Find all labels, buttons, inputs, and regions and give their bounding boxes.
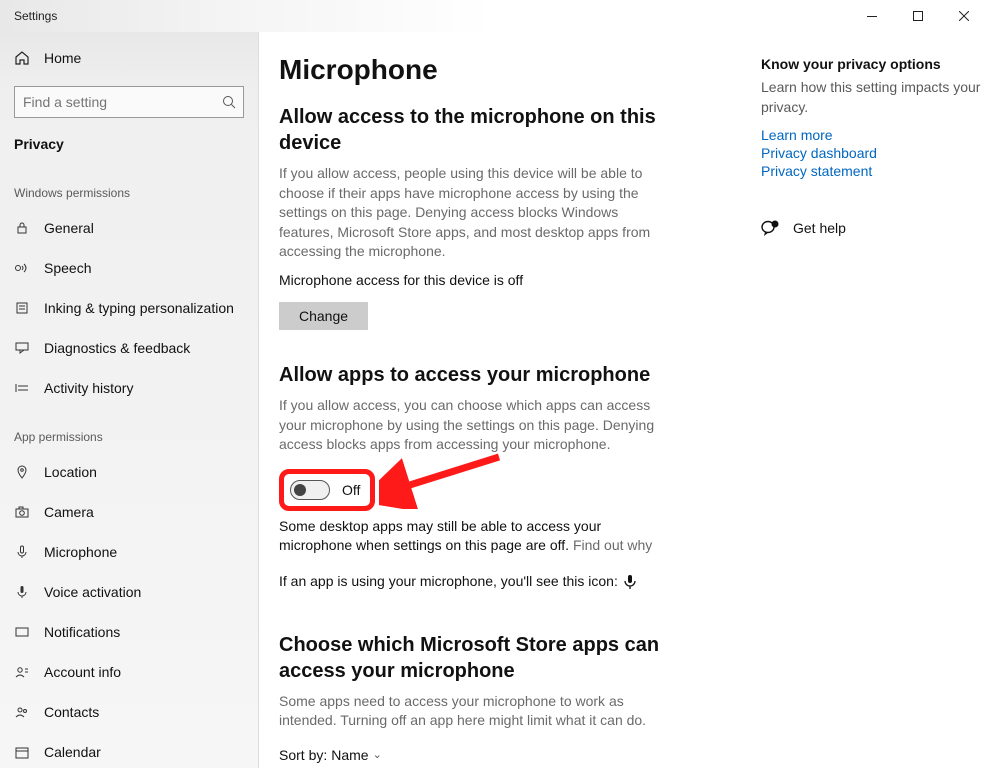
nav-location[interactable]: Location xyxy=(0,452,258,492)
nav-label: Diagnostics & feedback xyxy=(44,340,190,356)
microphone-icon xyxy=(14,544,30,560)
nav-label: Voice activation xyxy=(44,584,141,600)
section3-desc: Some apps need to access your microphone… xyxy=(279,692,659,731)
section-allow-access-device: Allow access to the microphone on this d… xyxy=(279,104,699,156)
nav-label: Microphone xyxy=(44,544,117,560)
notifications-icon xyxy=(14,624,30,640)
nav-calendar[interactable]: Calendar xyxy=(0,732,258,768)
get-help-label: Get help xyxy=(793,220,846,236)
nav-label: Activity history xyxy=(44,380,133,396)
nav-contacts[interactable]: Contacts xyxy=(0,692,258,732)
location-icon xyxy=(14,464,30,480)
link-privacy-dashboard[interactable]: Privacy dashboard xyxy=(761,145,981,161)
nav-notifications[interactable]: Notifications xyxy=(0,612,258,652)
section2-desc: If you allow access, you can choose whic… xyxy=(279,396,659,455)
home-icon xyxy=(14,50,30,66)
nav-inking[interactable]: Inking & typing personalization xyxy=(0,288,258,328)
inking-icon xyxy=(14,300,30,316)
find-out-why-link[interactable]: Find out why xyxy=(573,537,652,553)
nav-label: Speech xyxy=(44,260,91,276)
page-title: Microphone xyxy=(279,54,699,86)
search-input[interactable] xyxy=(14,86,244,118)
nav-label: Notifications xyxy=(44,624,120,640)
history-icon xyxy=(14,380,30,396)
nav-diagnostics[interactable]: Diagnostics & feedback xyxy=(0,328,258,368)
change-button[interactable]: Change xyxy=(279,302,368,330)
nav-label: Inking & typing personalization xyxy=(44,300,234,316)
info-panel: Know your privacy options Learn how this… xyxy=(761,56,981,237)
apps-access-toggle[interactable] xyxy=(290,480,330,500)
voice-icon xyxy=(14,584,30,600)
nav-label: Contacts xyxy=(44,704,99,720)
nav-account-info[interactable]: Account info xyxy=(0,652,258,692)
link-privacy-statement[interactable]: Privacy statement xyxy=(761,163,981,179)
section1-desc: If you allow access, people using this d… xyxy=(279,164,659,262)
get-help-row[interactable]: Get help xyxy=(761,219,981,237)
window-controls xyxy=(849,0,987,32)
nav-speech[interactable]: Speech xyxy=(0,248,258,288)
section-choose-apps: Choose which Microsoft Store apps can ac… xyxy=(279,632,699,684)
calendar-icon xyxy=(14,744,30,760)
info-desc: Learn how this setting impacts your priv… xyxy=(761,78,981,117)
sort-dropdown[interactable]: Sort by: Name ⌄ xyxy=(279,747,699,763)
sidebar: Home Privacy Windows permissions General… xyxy=(0,32,259,768)
annotation-highlight-box: Off xyxy=(279,469,375,511)
contacts-icon xyxy=(14,704,30,720)
feedback-icon xyxy=(14,340,30,356)
toggle-state-label: Off xyxy=(342,482,360,498)
section-allow-apps: Allow apps to access your microphone xyxy=(279,362,699,388)
nav-label: Calendar xyxy=(44,744,101,760)
account-icon xyxy=(14,664,30,680)
link-learn-more[interactable]: Learn more xyxy=(761,127,981,143)
chevron-down-icon: ⌄ xyxy=(373,748,382,761)
nav-voice-activation[interactable]: Voice activation xyxy=(0,572,258,612)
titlebar: Settings xyxy=(0,0,987,32)
speech-icon xyxy=(14,260,30,276)
lock-icon xyxy=(14,220,30,236)
nav-label: General xyxy=(44,220,94,236)
content-area: Microphone Allow access to the microphon… xyxy=(259,32,987,768)
window-title: Settings xyxy=(0,9,57,23)
info-heading: Know your privacy options xyxy=(761,56,981,72)
home-label: Home xyxy=(44,50,81,66)
nav-label: Camera xyxy=(44,504,94,520)
desktop-apps-note: Some desktop apps may still be able to a… xyxy=(279,517,659,556)
group-app-permissions: App permissions xyxy=(0,408,258,452)
help-icon xyxy=(761,219,779,237)
close-button[interactable] xyxy=(941,0,987,32)
nav-microphone[interactable]: Microphone xyxy=(0,532,258,572)
maximize-button[interactable] xyxy=(895,0,941,32)
group-windows-permissions: Windows permissions xyxy=(0,164,258,208)
search-icon xyxy=(222,95,236,109)
camera-icon xyxy=(14,504,30,520)
nav-general[interactable]: General xyxy=(0,208,258,248)
privacy-header: Privacy xyxy=(0,130,258,164)
microphone-in-use-icon xyxy=(624,575,636,589)
nav-camera[interactable]: Camera xyxy=(0,492,258,532)
minimize-button[interactable] xyxy=(849,0,895,32)
annotation-arrow-icon xyxy=(379,449,509,509)
device-access-status: Microphone access for this device is off xyxy=(279,272,699,288)
mic-in-use-note: If an app is using your microphone, you'… xyxy=(279,572,659,592)
nav-activity-history[interactable]: Activity history xyxy=(0,368,258,408)
nav-label: Account info xyxy=(44,664,121,680)
nav-label: Location xyxy=(44,464,97,480)
home-nav[interactable]: Home xyxy=(0,38,258,78)
